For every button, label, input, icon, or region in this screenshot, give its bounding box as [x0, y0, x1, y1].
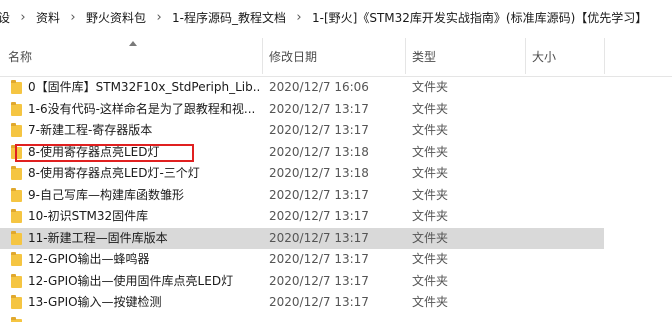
file-list: 0【固件库】STM32F10x_StdPeriph_Lib... 2020/12…	[0, 77, 672, 322]
column-size[interactable]: 大小	[532, 48, 556, 65]
chevron-right-icon[interactable]: ›	[288, 10, 310, 25]
file-date: 2020/12/7 13:17	[269, 187, 369, 202]
folder-icon	[11, 80, 22, 94]
file-date: 2020/12/7 13:17	[269, 209, 369, 223]
folder-icon	[11, 230, 22, 245]
breadcrumb-item[interactable]: 1-[野火]《STM32库开发实战指南》(标准库源码)【优先学习】	[310, 9, 649, 26]
file-type: 文件夹	[412, 144, 449, 159]
chevron-right-icon[interactable]: ›	[148, 10, 170, 25]
folder-icon	[11, 187, 22, 202]
file-type: 文件夹	[412, 187, 449, 202]
folder-icon	[11, 252, 22, 266]
file-name: 12-GPIO输出—蜂鸣器	[28, 252, 150, 266]
file-type: 文件夹	[412, 101, 449, 116]
file-date: 2020/12/7 13:17	[269, 295, 369, 309]
file-type: 文件夹	[412, 166, 449, 180]
file-name: 1-6没有代码-这样命名是为了跟教程和视...	[28, 101, 256, 116]
file-type: 文件夹	[412, 273, 449, 288]
file-type: 文件夹	[412, 230, 449, 245]
table-row-selected[interactable]: 11-新建工程—固件库版本 2020/12/7 13:17 文件夹	[0, 227, 604, 249]
table-row[interactable]: 1-6没有代码-这样命名是为了跟教程和视... 2020/12/7 13:17 …	[0, 99, 672, 121]
breadcrumb-item[interactable]: 资料	[34, 9, 62, 26]
breadcrumb-item[interactable]: 1-程序源码_教程文档	[170, 9, 288, 26]
file-date: 2020/12/7 13:17	[269, 123, 369, 137]
folder-icon	[11, 166, 22, 180]
file-name: 12-GPIO输出—使用固件库点亮LED灯	[28, 273, 234, 288]
column-divider[interactable]	[604, 38, 605, 74]
file-date: 2020/12/7 13:17	[269, 230, 369, 245]
breadcrumb-item[interactable]: 设	[0, 9, 12, 26]
column-divider[interactable]	[525, 38, 526, 74]
file-type: 文件夹	[412, 295, 449, 309]
column-date[interactable]: 修改日期	[269, 48, 317, 65]
file-name: 9-自己写库—构建库函数雏形	[28, 187, 184, 202]
file-name: 8-使用寄存器点亮LED灯-三个灯	[28, 166, 200, 180]
table-row[interactable]: 0【固件库】STM32F10x_StdPeriph_Lib... 2020/12…	[0, 77, 672, 99]
table-row[interactable]: 12-GPIO输出—使用固件库点亮LED灯 2020/12/7 13:17 文件…	[0, 271, 672, 293]
column-type[interactable]: 类型	[412, 48, 436, 65]
highlight-box	[15, 144, 194, 162]
column-divider[interactable]	[262, 38, 263, 74]
file-type: 文件夹	[412, 80, 449, 94]
folder-icon	[11, 123, 22, 137]
table-row[interactable]: 8-使用寄存器点亮LED灯-三个灯 2020/12/7 13:18 文件夹	[0, 163, 672, 185]
file-name: 0【固件库】STM32F10x_StdPeriph_Lib...	[28, 80, 260, 94]
table-row[interactable]: 13-GPIO输入—按键检测 2020/12/7 13:17 文件夹	[0, 292, 672, 314]
file-type: 文件夹	[412, 123, 449, 137]
breadcrumb: 设 › 资料 › 野火资料包 › 1-程序源码_教程文档 › 1-[野火]《ST…	[0, 0, 672, 34]
file-name: 7-新建工程-寄存器版本	[28, 123, 153, 137]
folder-icon	[11, 273, 22, 288]
file-date: 2020/12/7 13:18	[269, 144, 369, 159]
column-name[interactable]: 名称	[8, 48, 32, 65]
chevron-right-icon[interactable]: ›	[12, 10, 34, 25]
column-divider[interactable]	[405, 38, 406, 74]
file-name: 10-初识STM32固件库	[28, 209, 149, 223]
chevron-right-icon[interactable]: ›	[62, 10, 84, 25]
file-date: 2020/12/7 13:17	[269, 273, 369, 288]
folder-icon	[11, 295, 22, 309]
table-row[interactable]: 10-初识STM32固件库 2020/12/7 13:17 文件夹	[0, 206, 672, 228]
file-type: 文件夹	[412, 209, 449, 223]
table-row[interactable]: 7-新建工程-寄存器版本 2020/12/7 13:17 文件夹	[0, 120, 672, 142]
folder-icon	[11, 101, 22, 116]
file-date: 2020/12/7 13:17	[269, 101, 369, 116]
file-date: 2020/12/7 13:17	[269, 252, 369, 266]
table-row[interactable]: 12-GPIO输出—蜂鸣器 2020/12/7 13:17 文件夹	[0, 249, 672, 271]
column-header: 名称 修改日期 类型 大小	[0, 36, 672, 77]
table-row[interactable]: 9-自己写库—构建库函数雏形 2020/12/7 13:17 文件夹	[0, 185, 672, 207]
file-date: 2020/12/7 13:18	[269, 166, 369, 180]
table-row[interactable]	[0, 314, 672, 322]
folder-icon	[11, 209, 22, 223]
file-name: 11-新建工程—固件库版本	[28, 230, 168, 245]
file-name: 13-GPIO输入—按键检测	[28, 295, 162, 309]
sort-up-icon	[129, 41, 137, 46]
breadcrumb-item[interactable]: 野火资料包	[84, 9, 148, 26]
file-date: 2020/12/7 16:06	[269, 80, 369, 94]
folder-icon	[11, 316, 22, 322]
file-type: 文件夹	[412, 252, 449, 266]
